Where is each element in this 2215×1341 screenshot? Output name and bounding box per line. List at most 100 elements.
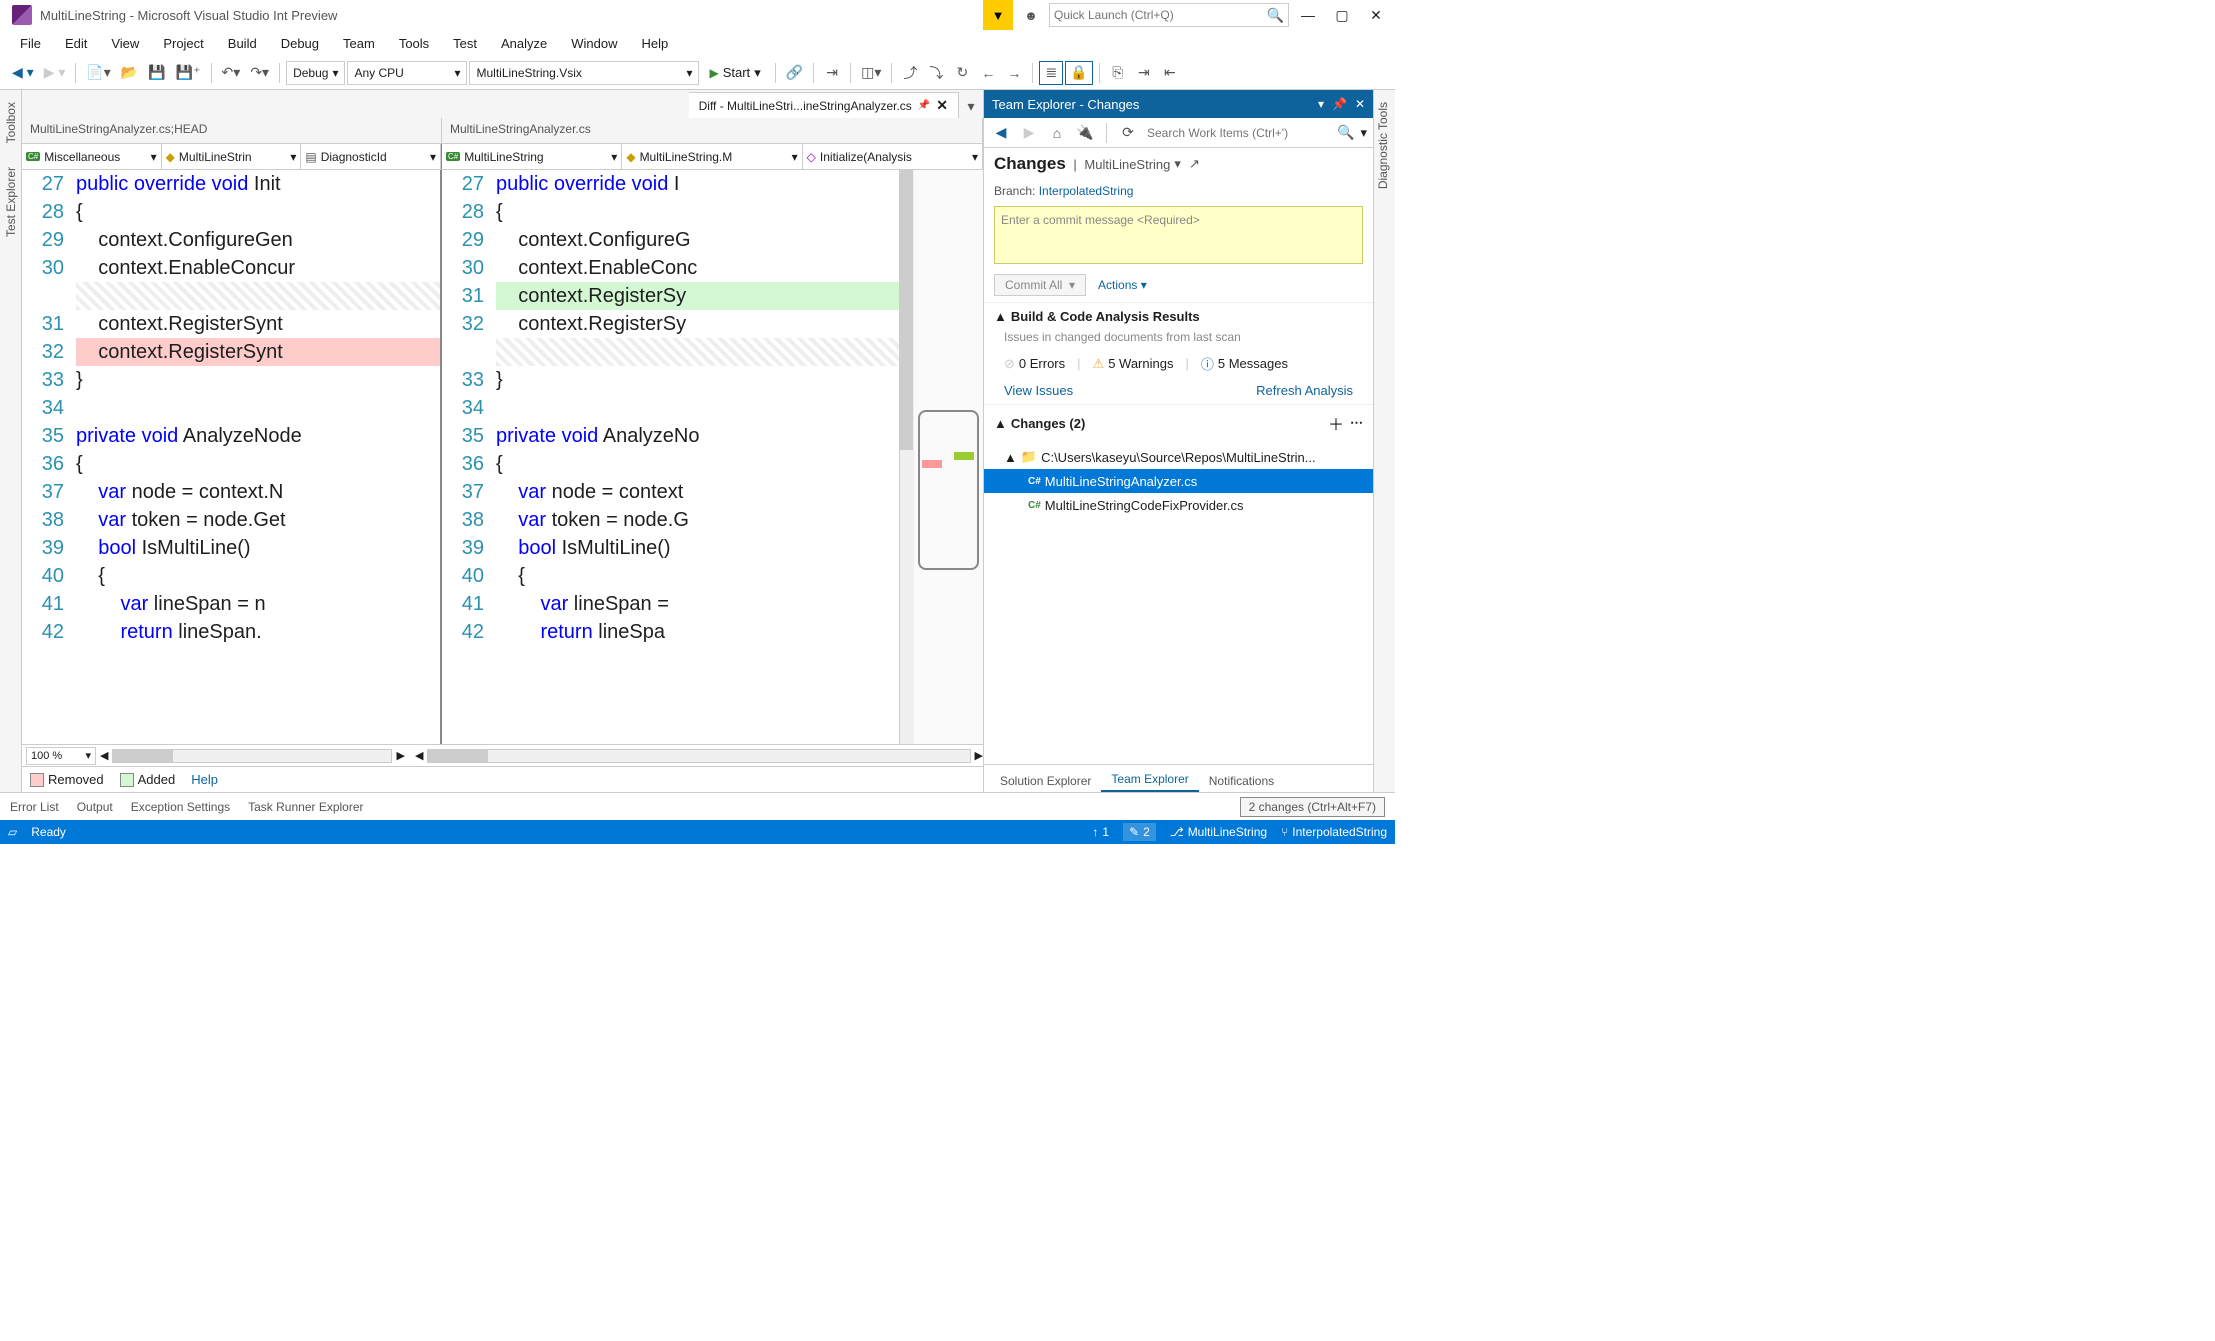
hscroll-right[interactable] (427, 749, 970, 763)
sync-scroll-button[interactable]: 🔒 (1065, 61, 1092, 85)
pin-icon[interactable]: 📌 (918, 100, 930, 111)
te-back-button[interactable]: ◀ (990, 122, 1012, 144)
menu-tools[interactable]: Tools (387, 32, 441, 55)
menu-test[interactable]: Test (441, 32, 489, 55)
menu-view[interactable]: View (99, 32, 151, 55)
stage-add-icon[interactable]: ＋ (1328, 411, 1344, 435)
scroll-left-icon-2[interactable]: ◀ (415, 749, 423, 762)
nav-forward-button[interactable]: ▶ ▾ (40, 61, 70, 85)
nav-back-button[interactable]: ◀ ▾ (8, 61, 38, 85)
save-all-button[interactable]: 💾⁺ (172, 61, 205, 85)
changes-more-icon[interactable]: ⋯ (1350, 415, 1363, 431)
errors-chip[interactable]: ⊘0 Errors (1004, 356, 1065, 372)
te-home-button[interactable]: ⌂ (1046, 122, 1068, 144)
diff-help-link[interactable]: Help (191, 772, 218, 787)
menu-build[interactable]: Build (216, 32, 269, 55)
nav-member-left[interactable]: ▤DiagnosticId▾ (301, 144, 441, 169)
nav-icon[interactable]: ⤴ (898, 61, 922, 85)
code-editor-left[interactable]: public override void Init{ context.Confi… (76, 170, 440, 744)
te-forward-button[interactable]: ▶ (1018, 122, 1040, 144)
menu-team[interactable]: Team (331, 32, 387, 55)
branch-link[interactable]: InterpolatedString (1039, 184, 1134, 198)
status-repo[interactable]: ⎇ MultiLineString (1170, 825, 1267, 839)
commit-all-button[interactable]: Commit All ▾ (994, 274, 1086, 296)
tab-notifications[interactable]: Notifications (1199, 770, 1284, 792)
scroll-right-icon[interactable]: ▶ (396, 749, 404, 762)
tab-team-explorer[interactable]: Team Explorer (1101, 768, 1198, 792)
commit-message-input[interactable]: Enter a commit message <Required> (994, 206, 1363, 264)
view-issues-link[interactable]: View Issues (1004, 383, 1073, 398)
save-button[interactable]: 💾 (144, 61, 169, 85)
tree-file-selected[interactable]: C#MultiLineStringAnalyzer.cs (984, 469, 1373, 493)
actions-dropdown[interactable]: Actions ▾ (1098, 278, 1147, 292)
scroll-right-icon-2[interactable]: ▶ (975, 749, 983, 762)
nav-icon-2[interactable]: ⤵ (924, 61, 948, 85)
next-diff-button[interactable]: → (1002, 61, 1026, 85)
indent-button[interactable]: ⇥ (1132, 61, 1156, 85)
notifications-flag-icon[interactable]: ▼ (983, 0, 1013, 30)
attach-button[interactable]: 🔗 (782, 61, 807, 85)
nav-member-right[interactable]: ◇Initialize(Analysis▾ (803, 144, 983, 169)
menu-edit[interactable]: Edit (53, 32, 99, 55)
quick-launch-box[interactable]: 🔍 (1049, 3, 1289, 27)
menu-analyze[interactable]: Analyze (489, 32, 559, 55)
misc-button[interactable]: ⎘ (1106, 61, 1130, 85)
nav-project-left[interactable]: C#Miscellaneous▾ (22, 144, 162, 169)
menu-project[interactable]: Project (151, 32, 215, 55)
maximize-button[interactable]: ▢ (1327, 3, 1357, 27)
te-connect-button[interactable]: 🔌 (1074, 122, 1096, 144)
startup-project-combo[interactable]: MultiLineString.Vsix▾ (469, 61, 699, 85)
menu-file[interactable]: File (8, 32, 53, 55)
status-flag-icon[interactable]: ▱ (8, 825, 17, 839)
minimize-button[interactable]: — (1293, 3, 1323, 27)
nav-class-left[interactable]: ◆MultiLineStrin▾ (162, 144, 302, 169)
tab-error-list[interactable]: Error List (10, 800, 59, 814)
tab-task-runner[interactable]: Task Runner Explorer (248, 800, 363, 814)
toolbox-tab[interactable]: Toolbox (2, 98, 20, 147)
panel-pin-icon[interactable]: 📌 (1332, 97, 1347, 111)
tab-output[interactable]: Output (77, 800, 113, 814)
menu-help[interactable]: Help (630, 32, 681, 55)
popout-icon[interactable]: ↗ (1189, 156, 1200, 172)
refresh-analysis-link[interactable]: Refresh Analysis (1256, 383, 1353, 398)
messages-chip[interactable]: ⓘ5 Messages (1201, 354, 1288, 373)
tree-folder[interactable]: ▲ 📁C:\Users\kaseyu\Source\Repos\MultiLin… (984, 445, 1373, 469)
prev-diff-button[interactable]: ← (976, 61, 1000, 85)
new-project-button[interactable]: 📄▾ (82, 61, 114, 85)
overview-ruler[interactable] (913, 170, 983, 744)
nav-class-right[interactable]: ◆MultiLineString.M▾ (622, 144, 802, 169)
panel-close-icon[interactable]: ✕ (1355, 97, 1365, 111)
menu-debug[interactable]: Debug (269, 32, 331, 55)
test-explorer-tab[interactable]: Test Explorer (2, 163, 20, 241)
panel-dropdown-icon[interactable]: ▾ (1318, 97, 1324, 111)
menu-window[interactable]: Window (559, 32, 629, 55)
status-branch[interactable]: ⑂ InterpolatedString (1281, 825, 1387, 839)
warnings-chip[interactable]: ⚠5 Warnings (1093, 356, 1174, 372)
build-analysis-section[interactable]: ▲ Build & Code Analysis Results (984, 302, 1373, 330)
outdent-button[interactable]: ⇤ (1158, 61, 1182, 85)
te-refresh-button[interactable]: ⟳ (1117, 122, 1139, 144)
layout-button[interactable]: ◫▾ (857, 61, 885, 85)
code-editor-right[interactable]: public override void I{ context.Configur… (496, 170, 899, 744)
close-tab-icon[interactable]: ✕ (936, 97, 948, 114)
changes-section[interactable]: ▲ Changes (2) ＋ ⋯ (984, 404, 1373, 441)
hscroll-left[interactable] (112, 749, 392, 763)
platform-combo[interactable]: Any CPU▾ (347, 61, 467, 85)
nav-icon-3[interactable]: ↻ (950, 61, 974, 85)
changes-dropdown-icon[interactable]: ▾ (1174, 156, 1181, 172)
document-tab[interactable]: Diff - MultiLineStri...ineStringAnalyzer… (689, 92, 959, 118)
side-by-side-button[interactable]: ≣ (1039, 61, 1063, 85)
open-file-button[interactable]: 📂 (117, 61, 142, 85)
status-changes[interactable]: ✎ 2 (1123, 823, 1156, 841)
tab-solution-explorer[interactable]: Solution Explorer (990, 770, 1101, 792)
tab-overflow-button[interactable]: ▾ (959, 94, 983, 118)
feedback-icon[interactable]: ☻ (1021, 5, 1041, 25)
config-combo[interactable]: Debug▾ (286, 61, 345, 85)
tab-exception-settings[interactable]: Exception Settings (131, 800, 230, 814)
redo-button[interactable]: ↷▾ (246, 61, 273, 85)
diagnostic-tools-tab[interactable]: Diagnostic Tools (1374, 98, 1392, 193)
work-items-search[interactable] (1145, 124, 1331, 142)
nav-project-right[interactable]: C#MultiLineString▾ (442, 144, 622, 169)
zoom-combo[interactable]: 100 %▾ (26, 747, 96, 765)
step-button[interactable]: ⇥ (820, 61, 844, 85)
